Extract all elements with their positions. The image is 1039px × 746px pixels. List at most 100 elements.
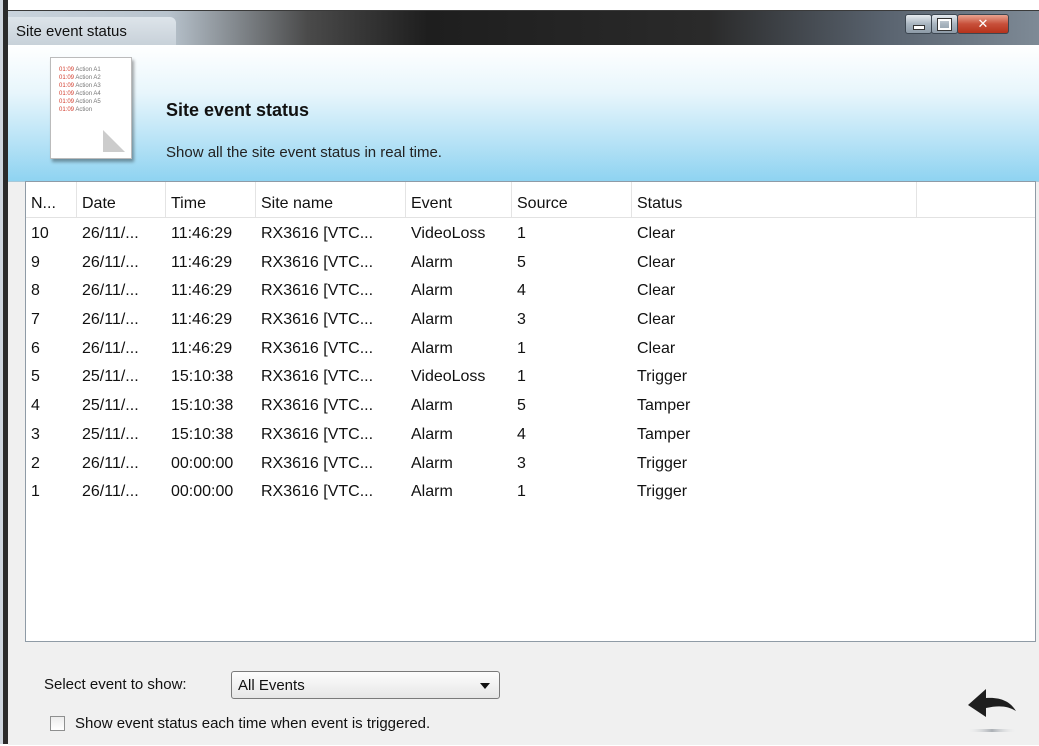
show-each-time-label[interactable]: Show event status each time when event i… bbox=[75, 715, 430, 732]
cell-source: 3 bbox=[517, 311, 526, 329]
cell-site-name: RX3616 [VTC... bbox=[261, 368, 374, 386]
cell-source: 4 bbox=[517, 282, 526, 300]
cell-source: 1 bbox=[517, 483, 526, 501]
event-list[interactable]: N... Date Time Site name Event Source St… bbox=[25, 181, 1036, 642]
column-header-source[interactable]: Source bbox=[512, 182, 632, 217]
cell-number: 8 bbox=[31, 282, 40, 300]
cell-source: 4 bbox=[517, 425, 526, 443]
table-row[interactable]: 1 26/11/... 00:00:00 RX3616 [VTC... Alarm 1 Tr… bbox=[26, 478, 1035, 507]
maximize-button[interactable] bbox=[931, 14, 958, 34]
cell-event: Alarm bbox=[411, 253, 453, 271]
close-button[interactable]: ✕ bbox=[957, 14, 1009, 34]
show-each-time-checkbox[interactable] bbox=[50, 716, 65, 731]
maximize-icon bbox=[937, 17, 952, 31]
doc-page: 01:09 Action A1 01:09 Action A2 01:09 Ac… bbox=[50, 57, 132, 159]
cell-date: 26/11/... bbox=[82, 253, 139, 271]
table-row[interactable]: 8 26/11/... 11:46:29 RX3616 [VTC... Alarm 4 Cl… bbox=[26, 277, 1035, 306]
back-arrow-icon bbox=[964, 689, 1020, 732]
header-title: Site event status bbox=[166, 100, 310, 120]
column-header-number[interactable]: N... bbox=[26, 182, 77, 217]
cell-event: Alarm bbox=[411, 425, 453, 443]
minimize-button[interactable] bbox=[905, 14, 932, 34]
cell-site-name: RX3616 [VTC... bbox=[261, 454, 374, 472]
cell-number: 6 bbox=[31, 339, 40, 357]
cell-status: Trigger bbox=[637, 454, 688, 472]
header-banner: 01:09 Action A1 01:09 Action A2 01:09 Ac… bbox=[8, 45, 1039, 182]
table-row[interactable]: 9 26/11/... 11:46:29 RX3616 [VTC... Alarm 5 Cl… bbox=[26, 249, 1035, 278]
cell-status: Tamper bbox=[637, 397, 691, 415]
cell-site-name: RX3616 [VTC... bbox=[261, 425, 374, 443]
cell-date: 26/11/... bbox=[82, 483, 139, 501]
icon-line: 01:09 Action A2 bbox=[59, 75, 101, 81]
cell-status: Clear bbox=[637, 339, 676, 357]
cell-time: 15:10:38 bbox=[171, 425, 234, 443]
cell-date: 25/11/... bbox=[82, 425, 139, 443]
cell-event: Alarm bbox=[411, 282, 453, 300]
list-rows: 10 26/11/... 11:46:29 RX3616 [VTC... VideoLo… bbox=[26, 220, 1035, 507]
icon-line: 01:09 Action A5 bbox=[59, 99, 101, 105]
close-icon: ✕ bbox=[977, 16, 989, 31]
cell-date: 26/11/... bbox=[82, 311, 139, 329]
page-fold bbox=[103, 130, 125, 152]
cell-time: 00:00:00 bbox=[171, 483, 234, 501]
cell-status: Clear bbox=[637, 282, 676, 300]
cell-date: 26/11/... bbox=[82, 339, 139, 357]
event-log-document-icon: 01:09 Action A1 01:09 Action A2 01:09 Ac… bbox=[50, 57, 138, 165]
cell-event: Alarm bbox=[411, 397, 453, 415]
cell-event: Alarm bbox=[411, 454, 453, 472]
window-title: Site event status bbox=[16, 23, 127, 40]
cell-source: 1 bbox=[517, 225, 526, 242]
back-button[interactable] bbox=[956, 671, 1026, 741]
column-header-date[interactable]: Date bbox=[77, 182, 166, 217]
table-row[interactable]: 4 25/11/... 15:10:38 RX3616 [VTC... Alarm 5 Ta… bbox=[26, 392, 1035, 421]
title-bar[interactable]: Site event status ✕ bbox=[8, 11, 1039, 45]
table-row[interactable]: 3 25/11/... 15:10:38 RX3616 [VTC... Alarm 4 Ta… bbox=[26, 421, 1035, 450]
cell-number: 1 bbox=[31, 483, 40, 501]
cell-time: 11:46:29 bbox=[171, 339, 233, 357]
cell-date: 25/11/... bbox=[82, 368, 139, 386]
cell-date: 26/11/... bbox=[82, 282, 139, 300]
cell-site-name: RX3616 [VTC... bbox=[261, 483, 374, 501]
cell-status: Clear bbox=[637, 311, 676, 329]
cell-number: 7 bbox=[31, 311, 40, 329]
cell-event: Alarm bbox=[411, 483, 453, 501]
column-header-status[interactable]: Status bbox=[632, 182, 917, 217]
cell-site-name: RX3616 [VTC... bbox=[261, 339, 374, 357]
window-controls: ✕ bbox=[905, 14, 1009, 36]
column-header-event[interactable]: Event bbox=[406, 182, 512, 217]
cell-source: 3 bbox=[517, 454, 526, 472]
cell-site-name: RX3616 [VTC... bbox=[261, 397, 374, 415]
cell-time: 11:46:29 bbox=[171, 311, 233, 329]
cell-event: VideoLoss bbox=[411, 225, 486, 242]
site-event-status-window: Site event status ✕ 01:09 Action A1 01:0… bbox=[8, 10, 1039, 745]
cell-status: Trigger bbox=[637, 368, 688, 386]
filter-label: Select event to show: bbox=[44, 676, 187, 693]
column-header-site-name[interactable]: Site name bbox=[256, 182, 406, 217]
cell-time: 15:10:38 bbox=[171, 368, 234, 386]
cell-number: 5 bbox=[31, 368, 40, 386]
cell-time: 11:46:29 bbox=[171, 253, 233, 271]
list-header: N... Date Time Site name Event Source St… bbox=[26, 182, 1035, 218]
cell-number: 10 bbox=[31, 225, 49, 242]
column-header-time[interactable]: Time bbox=[166, 182, 256, 217]
cell-site-name: RX3616 [VTC... bbox=[261, 253, 374, 271]
desktop-edge bbox=[0, 0, 8, 744]
table-row[interactable]: 5 25/11/... 15:10:38 RX3616 [VTC... VideoLos… bbox=[26, 363, 1035, 392]
cell-source: 1 bbox=[517, 339, 526, 357]
cell-number: 2 bbox=[31, 454, 40, 472]
cell-event: VideoLoss bbox=[411, 368, 486, 386]
icon-line: 01:09 Action A4 bbox=[59, 91, 101, 97]
cell-time: 11:46:29 bbox=[171, 282, 233, 300]
header-subtitle: Show all the site event status in real t… bbox=[166, 144, 442, 161]
table-row[interactable]: 7 26/11/... 11:46:29 RX3616 [VTC... Alarm 3 Cl… bbox=[26, 306, 1035, 335]
table-row[interactable]: 6 26/11/... 11:46:29 RX3616 [VTC... Alarm 1 Cl… bbox=[26, 335, 1035, 364]
event-filter-value: All Events bbox=[238, 677, 305, 694]
minimize-icon bbox=[912, 25, 925, 30]
event-filter-select[interactable]: All Events bbox=[231, 671, 500, 699]
cell-event: Alarm bbox=[411, 339, 453, 357]
table-row[interactable]: 10 26/11/... 11:46:29 RX3616 [VTC... VideoLo… bbox=[26, 220, 1035, 249]
cell-date: 26/11/... bbox=[82, 454, 139, 472]
table-row[interactable]: 2 26/11/... 00:00:00 RX3616 [VTC... Alarm 3 Tr… bbox=[26, 450, 1035, 479]
icon-line: 01:09 Action A3 bbox=[59, 83, 101, 89]
cell-site-name: RX3616 [VTC... bbox=[261, 311, 374, 329]
